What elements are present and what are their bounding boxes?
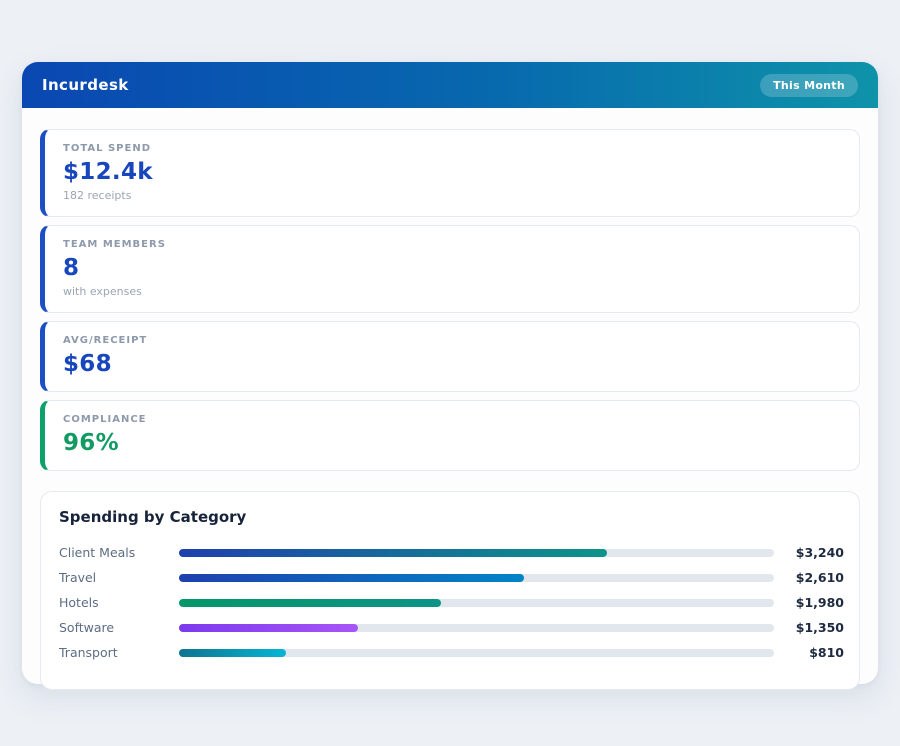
category-amount: $1,350 bbox=[795, 620, 844, 635]
stat-subtext: 182 receipts bbox=[63, 189, 132, 202]
stat-label: COMPLIANCE bbox=[63, 414, 147, 425]
stat-label: TOTAL SPEND bbox=[63, 143, 151, 154]
chart-row-software: Software $1,350 bbox=[59, 615, 844, 640]
stat-card-avg-receipt: AVG/RECEIPT $68 bbox=[40, 321, 860, 392]
bar-track bbox=[179, 573, 774, 582]
category-amount: $810 bbox=[809, 645, 844, 660]
chart-row-travel: Travel $2,610 bbox=[59, 565, 844, 590]
bar-fill bbox=[179, 648, 287, 657]
category-amount: $3,240 bbox=[795, 545, 844, 560]
stats-list: TOTAL SPEND $12.4k 182 receipts TEAM MEMBER… bbox=[40, 129, 860, 471]
app-header: Incurdesk This Month bbox=[22, 62, 878, 108]
chart-row-client-meals: Client Meals $3,240 bbox=[59, 540, 844, 565]
stat-value: 96% bbox=[63, 430, 119, 456]
bar-track bbox=[179, 623, 774, 632]
category-amount: $2,610 bbox=[795, 570, 844, 585]
stat-card-total-spend: TOTAL SPEND $12.4k 182 receipts bbox=[40, 129, 860, 217]
bar-track bbox=[179, 648, 774, 657]
bar-fill bbox=[179, 548, 608, 557]
bar-track bbox=[179, 598, 774, 607]
category-label: Transport bbox=[59, 645, 118, 660]
stat-value: $68 bbox=[63, 351, 112, 377]
category-label: Hotels bbox=[59, 595, 99, 610]
bar-track bbox=[179, 548, 774, 557]
category-amount: $1,980 bbox=[795, 595, 844, 610]
stat-label: TEAM MEMBERS bbox=[63, 239, 166, 250]
category-label: Software bbox=[59, 620, 115, 635]
category-label: Travel bbox=[59, 570, 97, 585]
spending-by-category-card: Spending by Category Client Meals $3,240 T… bbox=[40, 491, 860, 690]
stat-value: $12.4k bbox=[63, 159, 153, 185]
stat-label: AVG/RECEIPT bbox=[63, 335, 148, 346]
bar-fill bbox=[179, 623, 358, 632]
main-content: TOTAL SPEND $12.4k 182 receipts TEAM MEMBER… bbox=[22, 108, 878, 712]
app-container: Incurdesk This Month TOTAL SPEND $12.4k 18… bbox=[22, 62, 878, 690]
app-title: Incurdesk bbox=[42, 76, 129, 94]
category-label: Client Meals bbox=[59, 545, 136, 560]
chart-row-hotels: Hotels $1,980 bbox=[59, 590, 844, 615]
chart-title: Spending by Category bbox=[59, 508, 247, 526]
stat-card-team-members: TEAM MEMBERS 8 with expenses bbox=[40, 225, 860, 313]
stat-card-compliance: COMPLIANCE 96% bbox=[40, 400, 860, 471]
stat-subtext: with expenses bbox=[63, 285, 142, 298]
chart-rows: Client Meals $3,240 Travel $2,610 Hotels $1,9… bbox=[59, 540, 844, 665]
stat-value: 8 bbox=[63, 255, 80, 281]
period-badge[interactable]: This Month bbox=[760, 73, 858, 97]
bar-fill bbox=[179, 573, 525, 582]
bar-fill bbox=[179, 598, 441, 607]
chart-row-transport: Transport $810 bbox=[59, 640, 844, 665]
